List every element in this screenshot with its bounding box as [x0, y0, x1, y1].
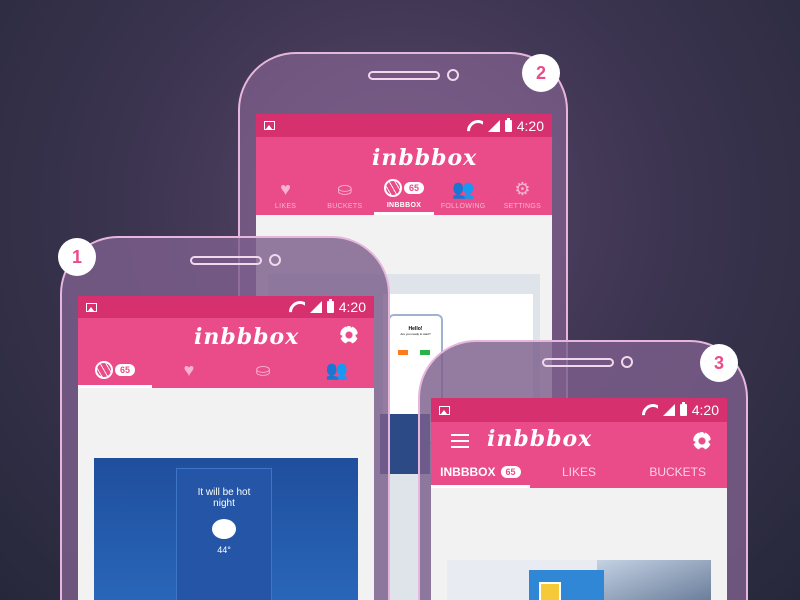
tab-likes[interactable]: ♥ LIKES: [256, 173, 315, 215]
tab-label: BUCKETS: [649, 465, 707, 479]
tab-buckets[interactable]: ⛀ BUCKETS: [315, 173, 374, 215]
tab-indicator: [374, 212, 434, 215]
shot-card[interactable]: [447, 560, 711, 600]
phone-mockup-3: 4:20 inbbbox INBBBOX 65 LIKES BUCKETS: [418, 340, 748, 600]
tab-likes[interactable]: ♥: [152, 352, 226, 388]
signal-icon: [662, 404, 675, 416]
signal-icon: [309, 301, 322, 313]
menu-icon-middle: [451, 440, 469, 442]
temperature: 44°: [217, 545, 231, 555]
tab-buckets[interactable]: BUCKETS: [628, 456, 727, 488]
status-bar: 4:20: [78, 296, 374, 318]
phone-camera: [621, 356, 633, 368]
app-bar: inbbbox ♥ LIKES ⛀ BUCKETS 65 INBBBOX 👥 F…: [256, 137, 552, 215]
tab-bar: ♥ LIKES ⛀ BUCKETS 65 INBBBOX 👥 FOLLOWING: [256, 173, 552, 215]
image-notification-icon: [439, 405, 450, 415]
battery-icon: [504, 117, 512, 132]
tab-label: SETTINGS: [503, 202, 542, 210]
phone-mockup-1: 4:20 inbbbox 65 ♥ ⛀ 👥 It will be hot nig…: [60, 236, 390, 600]
bucket-icon: ⛀: [255, 360, 271, 380]
callout-2: 2: [522, 54, 560, 92]
tab-inbbbox[interactable]: 65 INBBBOX: [374, 173, 434, 215]
tab-indicator: [78, 385, 152, 388]
heart-icon: ♥: [183, 360, 195, 380]
wifi-icon: [642, 404, 658, 416]
status-bar: 4:20: [256, 114, 552, 137]
app-logo: inbbbox: [194, 324, 300, 350]
phone-speaker: [542, 358, 614, 367]
menu-icon[interactable]: [451, 434, 469, 448]
orange-button: [398, 350, 408, 355]
hello-text: Are you ready to start?: [400, 332, 431, 336]
tab-label: FOLLOWING: [440, 202, 486, 210]
battery-icon: [326, 299, 334, 313]
tab-settings[interactable]: ⚙ SETTINGS: [493, 173, 552, 215]
shot-card[interactable]: It will be hot night 44°: [94, 458, 358, 600]
dribbble-ball-icon: [94, 360, 113, 379]
wifi-icon: [467, 120, 483, 132]
app-logo: inbbbox: [487, 426, 593, 452]
tab-label: BUCKETS: [327, 202, 363, 210]
count-badge: 65: [114, 363, 135, 376]
moon-cloud-icon: [212, 519, 236, 539]
tab-likes[interactable]: LIKES: [530, 456, 629, 488]
weather-title: It will be hot night: [197, 487, 251, 509]
callout-3: 3: [700, 344, 738, 382]
gear-icon: ⚙: [514, 178, 531, 199]
weather-phone-preview: It will be hot night 44°: [176, 468, 272, 600]
tab-inbbbox[interactable]: 65: [78, 352, 152, 388]
dribbble-ball-icon: [384, 179, 402, 198]
green-button: [420, 350, 430, 355]
app-bar: inbbbox INBBBOX 65 LIKES BUCKETS: [431, 422, 727, 488]
tab-label: LIKES: [561, 465, 597, 479]
tab-bar: INBBBOX 65 LIKES BUCKETS: [431, 456, 727, 488]
image-notification-icon: [264, 121, 275, 130]
signal-icon: [487, 119, 500, 132]
phone-camera: [269, 254, 281, 266]
battery-icon: [679, 402, 687, 416]
count-badge: 65: [404, 182, 425, 195]
people-icon: 👥: [452, 178, 475, 199]
image-notification-icon: [86, 302, 97, 312]
tab-inbbbox[interactable]: INBBBOX 65: [431, 456, 530, 488]
status-time: 4:20: [338, 299, 366, 315]
settings-gear-icon[interactable]: [693, 432, 711, 450]
status-bar: 4:20: [431, 398, 727, 422]
tab-buckets[interactable]: ⛀: [226, 352, 300, 388]
phone-speaker: [368, 71, 440, 80]
wifi-icon: [289, 301, 305, 313]
people-icon: 👥: [325, 360, 349, 380]
shot-mountain-image: [597, 560, 711, 600]
app-bar: inbbbox 65 ♥ ⛀ 👥: [78, 318, 374, 388]
phone-screen: 4:20 inbbbox 65 ♥ ⛀ 👥 It will be hot nig…: [78, 296, 374, 600]
app-logo: inbbbox: [372, 145, 478, 171]
tab-icon-group: 65: [384, 179, 425, 198]
phone-camera: [447, 69, 459, 81]
status-time: 4:20: [691, 402, 719, 418]
phone-speaker: [190, 256, 262, 265]
tab-bar: 65 ♥ ⛀ 👥: [78, 352, 374, 388]
tab-following[interactable]: 👥 FOLLOWING: [434, 173, 493, 215]
tab-icon-group: 65: [94, 360, 135, 379]
count-badge: 65: [500, 466, 521, 478]
status-time: 4:20: [516, 117, 544, 134]
heart-icon: ♥: [280, 178, 291, 199]
settings-gear-icon[interactable]: [340, 326, 358, 344]
shot-game-icon: [539, 582, 561, 600]
tab-label: INBBBOX: [386, 201, 422, 209]
bucket-icon: ⛀: [337, 178, 353, 199]
callout-1: 1: [58, 238, 96, 276]
tab-indicator: [431, 485, 530, 488]
phone-screen: 4:20 inbbbox INBBBOX 65 LIKES BUCKETS: [431, 398, 727, 600]
tab-label: LIKES: [274, 202, 297, 210]
tab-label: INBBBOX: [440, 465, 496, 479]
tab-following[interactable]: 👥: [300, 352, 374, 388]
